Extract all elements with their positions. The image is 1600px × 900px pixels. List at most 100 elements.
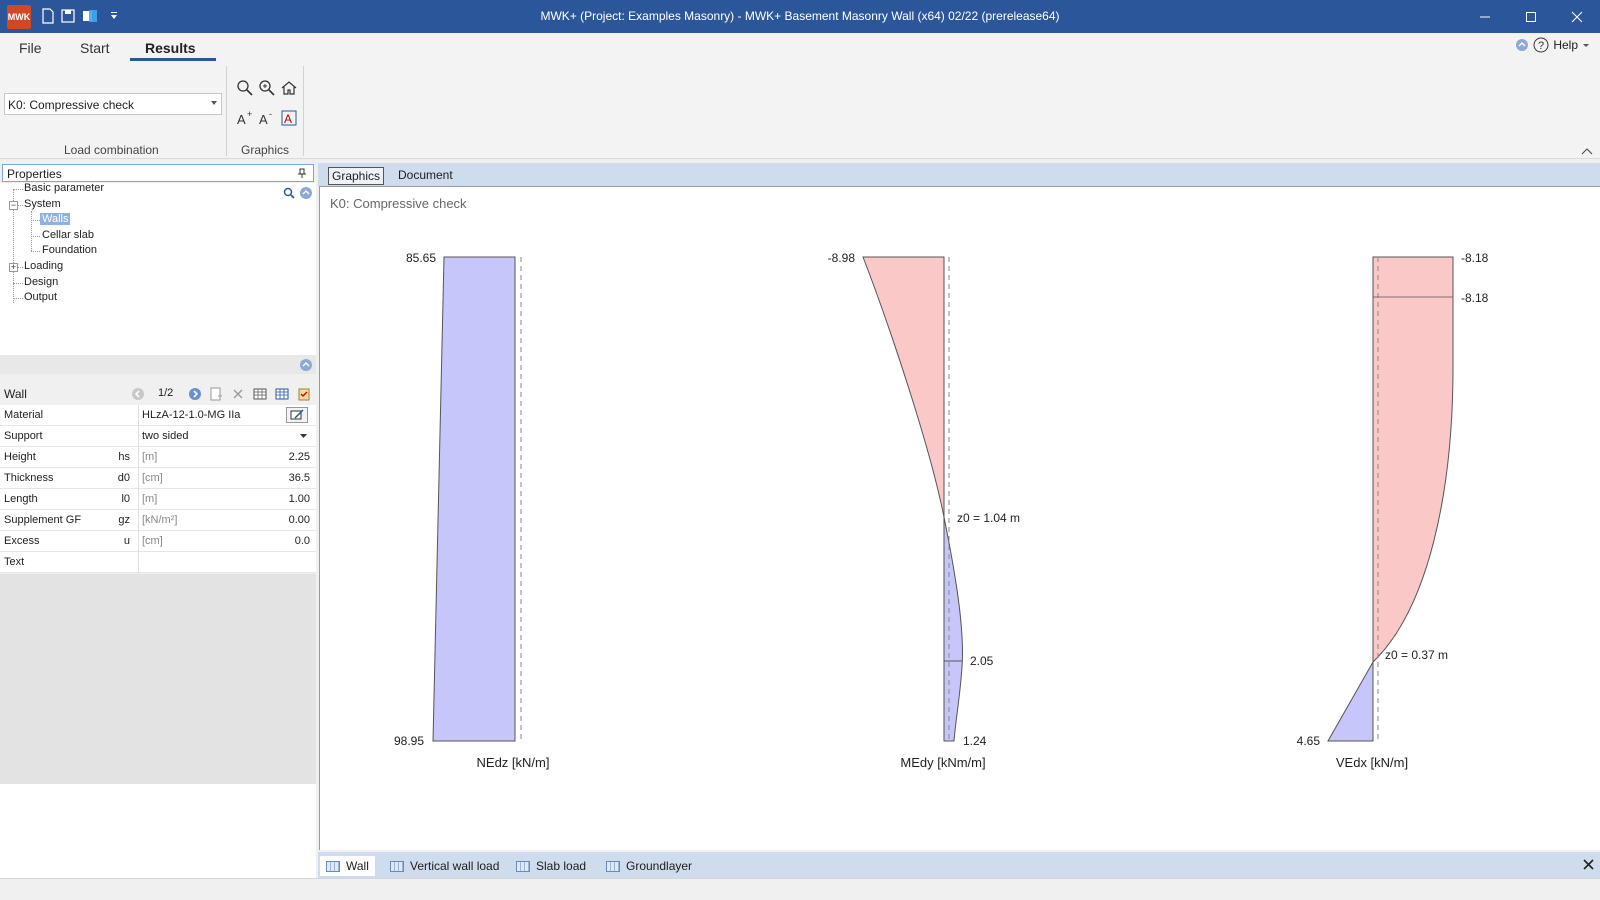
graphics-canvas[interactable]: K0: Compressive check 85.65 98.95 NEdz [… bbox=[319, 186, 1600, 850]
table-row: Excess u [cm] 0.0 bbox=[0, 531, 316, 552]
nedz-area bbox=[432, 256, 516, 742]
pager-text: 1/2 bbox=[158, 387, 174, 399]
help-icon[interactable]: ? bbox=[1533, 37, 1549, 53]
delete-icon[interactable] bbox=[232, 388, 244, 400]
zoom-icon[interactable] bbox=[236, 79, 254, 97]
row-unit: [cm] bbox=[142, 472, 163, 484]
window-title: MWK+ (Project: Examples Masonry) - MWK+ … bbox=[540, 9, 1060, 23]
table-row: Material HLzA-12-1.0-MG IIa bbox=[0, 405, 316, 426]
vedx-z0-label: z0 = 0.37 m bbox=[1385, 648, 1448, 662]
edit-material-icon[interactable] bbox=[286, 407, 308, 423]
load-combination-value: K0: Compressive check bbox=[8, 98, 135, 112]
close-icon[interactable] bbox=[1583, 859, 1594, 870]
medy-axis-label: MEdy [kNm/m] bbox=[900, 755, 985, 770]
svg-text:A: A bbox=[259, 112, 268, 127]
tree-line bbox=[31, 251, 40, 252]
tab-document[interactable]: Document bbox=[395, 167, 456, 183]
nedz-diagram: 85.65 98.95 NEdz [kN/m] bbox=[394, 251, 550, 770]
medy-bottom-value: 1.24 bbox=[963, 734, 987, 748]
table-icon[interactable] bbox=[253, 387, 267, 401]
tab-graphics[interactable]: Graphics bbox=[328, 167, 385, 185]
home-view-icon[interactable] bbox=[280, 79, 298, 97]
collapse-icon[interactable]: − bbox=[9, 201, 18, 210]
thickness-value[interactable]: 36.5 bbox=[289, 472, 310, 484]
chevron-down-icon[interactable] bbox=[1582, 41, 1590, 49]
properties-header: Properties bbox=[2, 164, 314, 182]
table-row: Text bbox=[0, 552, 316, 573]
next-icon[interactable] bbox=[188, 387, 202, 401]
chevron-down-icon[interactable] bbox=[300, 434, 308, 439]
maximize-button[interactable] bbox=[1508, 0, 1554, 33]
tab-label: Vertical wall load bbox=[410, 859, 500, 873]
row-label: Thickness bbox=[4, 472, 54, 484]
vedx-second-value: -8.18 bbox=[1461, 291, 1489, 305]
previous-icon[interactable] bbox=[131, 387, 145, 401]
bottom-tabs: Wall Vertical wall load Slab load Ground… bbox=[318, 852, 1600, 878]
status-bar bbox=[0, 878, 1600, 900]
font-increase-icon[interactable]: A + bbox=[236, 109, 254, 127]
minimize-button[interactable] bbox=[1462, 0, 1508, 33]
zoom-in-icon[interactable] bbox=[258, 79, 276, 97]
tab-file[interactable]: File bbox=[19, 40, 42, 56]
vedx-negative-area bbox=[1372, 256, 1454, 664]
table-row: Height hs [m] 2.25 bbox=[0, 447, 316, 468]
tab-wall[interactable]: Wall bbox=[320, 856, 375, 876]
table-row: Length l0 [m] 1.00 bbox=[0, 489, 316, 510]
tab-vertical-wall-load[interactable]: Vertical wall load bbox=[384, 856, 505, 876]
tree-item-foundation[interactable]: Foundation bbox=[42, 244, 97, 256]
tab-slab-load[interactable]: Slab load bbox=[510, 856, 592, 876]
svg-text:A: A bbox=[284, 112, 292, 126]
table-edit-icon[interactable] bbox=[275, 387, 289, 401]
wall-properties-table: Material HLzA-12-1.0-MG IIa Support two … bbox=[0, 405, 316, 573]
tree-item-loading[interactable]: Loading bbox=[24, 260, 63, 272]
tree-item-system[interactable]: System bbox=[24, 198, 61, 210]
tree-item-design[interactable]: Design bbox=[24, 276, 58, 288]
font-color-icon[interactable]: A bbox=[280, 109, 298, 127]
medy-diagram: -8.98 z0 = 1.04 m 2.05 1.24 MEdy [kNm/m] bbox=[828, 251, 1020, 770]
clipboard-icon[interactable] bbox=[297, 387, 311, 401]
document-tabs: Graphics Document bbox=[318, 163, 1600, 186]
panel-empty-area bbox=[0, 574, 316, 784]
tree-line bbox=[13, 189, 23, 190]
vedx-axis-label: VEdx [kN/m] bbox=[1336, 755, 1408, 770]
properties-tree: Basic parameter − System Walls Cellar sl… bbox=[0, 182, 316, 355]
svg-text:?: ? bbox=[1538, 40, 1544, 52]
height-value[interactable]: 2.25 bbox=[289, 451, 310, 463]
add-item-icon[interactable] bbox=[209, 387, 223, 401]
collapse-ribbon-icon[interactable] bbox=[1581, 147, 1593, 155]
tree-item-basic-parameter[interactable]: Basic parameter bbox=[24, 182, 104, 194]
font-decrease-icon[interactable]: A- bbox=[258, 109, 276, 127]
collapse-ribbon-icon[interactable] bbox=[1515, 38, 1529, 52]
tab-start[interactable]: Start bbox=[80, 40, 110, 56]
panel-empty-area bbox=[0, 784, 316, 878]
help-button[interactable]: Help bbox=[1553, 38, 1578, 52]
support-select[interactable]: two sided bbox=[142, 430, 188, 442]
vedx-diagram: -8.18 -8.18 z0 = 0.37 m 4.65 VEdx [kN/m] bbox=[1297, 251, 1489, 770]
tree-item-cellar-slab[interactable]: Cellar slab bbox=[42, 229, 94, 241]
tree-item-output[interactable]: Output bbox=[24, 291, 57, 303]
vedx-top-value: -8.18 bbox=[1461, 251, 1489, 265]
supplement-gf-value[interactable]: 0.00 bbox=[289, 514, 310, 526]
collapse-up-icon[interactable] bbox=[299, 358, 313, 372]
close-button[interactable] bbox=[1554, 0, 1600, 33]
ribbon: K0: Compressive check Load combination A… bbox=[0, 63, 1600, 159]
tab-label: Groundlayer bbox=[626, 859, 693, 873]
length-value[interactable]: 1.00 bbox=[289, 493, 310, 505]
search-icon[interactable] bbox=[283, 187, 295, 199]
load-combination-select[interactable]: K0: Compressive check bbox=[4, 93, 222, 115]
expand-icon[interactable]: + bbox=[9, 263, 18, 272]
excess-value[interactable]: 0.0 bbox=[295, 535, 310, 547]
nedz-top-value: 85.65 bbox=[406, 251, 436, 265]
collapse-up-icon[interactable] bbox=[299, 186, 313, 200]
panel-splitter[interactable] bbox=[0, 355, 316, 374]
tree-item-walls[interactable]: Walls bbox=[40, 213, 71, 225]
row-symbol: l0 bbox=[121, 493, 130, 505]
table-icon bbox=[606, 860, 620, 872]
tab-results[interactable]: Results bbox=[145, 40, 196, 56]
material-value[interactable]: HLzA-12-1.0-MG IIa bbox=[142, 409, 240, 421]
result-diagrams: 85.65 98.95 NEdz [kN/m] -8.98 z0 = 1.04 … bbox=[394, 251, 1489, 770]
pin-icon[interactable] bbox=[297, 168, 307, 179]
row-label: Length bbox=[4, 493, 38, 505]
tab-groundlayer[interactable]: Groundlayer bbox=[600, 856, 698, 876]
table-row: Thickness d0 [cm] 36.5 bbox=[0, 468, 316, 489]
